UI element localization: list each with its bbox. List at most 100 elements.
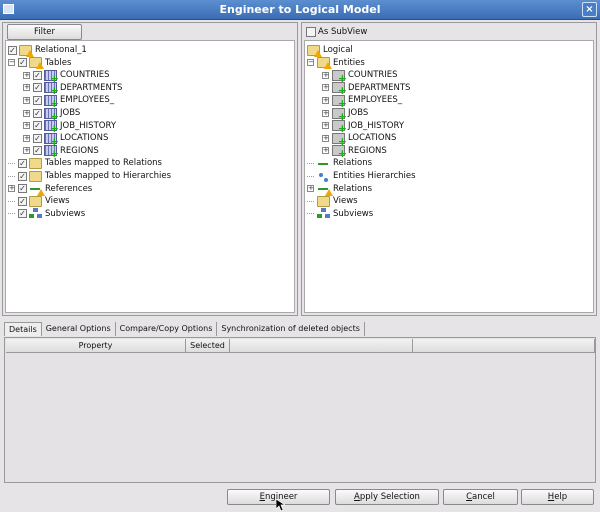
tab-synchronization-of-deleted-objects[interactable]: Synchronization of deleted objects — [217, 322, 365, 336]
expand-icon[interactable]: + — [23, 147, 30, 155]
checkbox-icon[interactable]: ✓ — [33, 83, 42, 93]
table-icon — [44, 94, 59, 109]
tree-node[interactable]: Relations — [307, 157, 372, 169]
tree-node[interactable]: +✓ JOBS — [23, 107, 80, 122]
expand-icon[interactable]: + — [23, 96, 30, 104]
tree-node[interactable]: +✓ EMPLOYEES_ — [23, 94, 114, 109]
expand-icon[interactable]: + — [23, 122, 30, 130]
column-header-3[interactable] — [230, 339, 413, 353]
tree-node-label: LOCATIONS — [348, 133, 397, 144]
expand-icon[interactable]: + — [23, 84, 30, 92]
tree-node[interactable]: ✓ Relational_1 — [8, 44, 87, 57]
tree-node[interactable]: Logical — [307, 44, 353, 57]
sub-icon — [317, 208, 330, 219]
close-button[interactable]: × — [582, 2, 597, 17]
tree-line — [8, 175, 15, 177]
window-title: Engineer to Logical Model — [219, 3, 381, 16]
tree-node[interactable]: ✓ Tables mapped to Hierarchies — [8, 170, 171, 182]
checkbox-icon[interactable]: ✓ — [33, 146, 42, 156]
as-subview-checkbox[interactable]: As SubView — [306, 26, 367, 38]
tab-general-options[interactable]: General Options — [42, 322, 116, 336]
tree-node[interactable]: +✓ REGIONS — [23, 145, 99, 159]
checkbox-icon[interactable]: ✓ — [18, 58, 27, 68]
folder-icon — [29, 195, 42, 207]
expand-icon[interactable]: + — [322, 96, 329, 104]
tree-node[interactable]: ✓ Subviews — [8, 208, 85, 220]
expand-icon[interactable]: + — [322, 84, 329, 92]
tree-node[interactable]: − Entities — [307, 57, 365, 70]
tree-node-label: Tables — [45, 57, 72, 68]
tree-node[interactable]: + LOCATIONS — [322, 132, 397, 147]
expand-icon[interactable]: + — [23, 71, 30, 79]
tree-node[interactable]: + DEPARTMENTS — [322, 82, 411, 96]
tree-node[interactable]: Entities Hierarchies — [307, 170, 416, 182]
tree-node[interactable]: + EMPLOYEES_ — [322, 94, 402, 109]
tree-node[interactable]: +✓ LOCATIONS — [23, 132, 108, 147]
checkbox-icon[interactable]: ✓ — [33, 70, 42, 80]
tree-node[interactable]: Views — [307, 195, 358, 207]
tree-node-label: DEPARTMENTS — [60, 82, 123, 93]
sub-icon — [29, 208, 42, 219]
expand-icon[interactable]: + — [23, 109, 30, 117]
tree-node[interactable]: +✓ JOB_HISTORY — [23, 120, 116, 134]
expand-icon[interactable]: + — [322, 134, 329, 142]
column-header-4[interactable] — [413, 339, 595, 353]
apply-selection-button[interactable]: Apply Selection — [335, 489, 439, 505]
checkbox-icon[interactable]: ✓ — [8, 45, 17, 55]
details-table: Property Selected — [4, 337, 596, 483]
tree-node-label: Relations — [333, 183, 373, 194]
filter-button[interactable]: Filter — [7, 24, 82, 40]
entity-icon — [332, 132, 347, 147]
help-button[interactable]: Help — [521, 489, 594, 505]
checkbox-icon[interactable] — [306, 27, 316, 37]
checkbox-icon[interactable]: ✓ — [18, 196, 27, 206]
expand-icon[interactable]: + — [322, 109, 329, 117]
expand-icon[interactable]: + — [8, 185, 15, 193]
expand-icon[interactable]: + — [322, 71, 329, 79]
column-header-property[interactable]: Property — [6, 339, 186, 353]
tree-node[interactable]: +✓ COUNTRIES — [23, 69, 110, 84]
checkbox-icon[interactable]: ✓ — [18, 184, 27, 194]
checkbox-icon[interactable]: ✓ — [18, 209, 27, 219]
tree-node-label: REGIONS — [60, 145, 99, 156]
tab-details[interactable]: Details — [4, 322, 42, 336]
tree-line — [307, 200, 314, 202]
collapse-icon[interactable]: − — [8, 59, 15, 67]
tree-node[interactable]: ✓ Tables mapped to Relations — [8, 157, 162, 169]
cancel-button[interactable]: Cancel — [443, 489, 518, 505]
tree-node[interactable]: + REGIONS — [322, 145, 387, 159]
tree-node[interactable]: Subviews — [307, 208, 373, 220]
expand-icon[interactable]: + — [307, 185, 314, 193]
tree-node[interactable]: +✓ DEPARTMENTS — [23, 82, 123, 96]
rel-icon — [317, 158, 330, 169]
expand-icon[interactable]: + — [322, 147, 329, 155]
tab-compare-copy-options[interactable]: Compare/Copy Options — [116, 322, 218, 336]
mouse-cursor-icon — [276, 499, 285, 512]
tree-node[interactable]: + JOB_HISTORY — [322, 120, 404, 134]
checkbox-icon[interactable]: ✓ — [33, 108, 42, 118]
folder-icon — [19, 44, 34, 57]
tree-node-label: DEPARTMENTS — [348, 82, 411, 93]
rel-icon — [29, 183, 45, 197]
tree-node[interactable]: + JOBS — [322, 107, 368, 122]
expand-icon[interactable]: + — [23, 134, 30, 142]
column-header-selected[interactable]: Selected — [186, 339, 230, 353]
tree-node-label: Views — [333, 196, 358, 207]
tree-node-label: REGIONS — [348, 145, 387, 156]
checkbox-icon[interactable]: ✓ — [33, 95, 42, 105]
tree-node[interactable]: + ✓ References — [8, 183, 92, 197]
tree-node-label: Tables mapped to Relations — [45, 158, 162, 169]
expand-icon[interactable]: + — [322, 122, 329, 130]
folder-icon — [317, 57, 332, 70]
tree-node[interactable]: ✓ Views — [8, 195, 70, 207]
checkbox-icon[interactable]: ✓ — [18, 171, 27, 181]
checkbox-icon[interactable]: ✓ — [18, 158, 27, 168]
tree-node[interactable]: − ✓ Tables — [8, 57, 72, 70]
table-icon — [44, 145, 59, 159]
checkbox-icon[interactable]: ✓ — [33, 133, 42, 143]
table-icon — [44, 120, 59, 134]
checkbox-icon[interactable]: ✓ — [33, 121, 42, 131]
tree-node[interactable]: + COUNTRIES — [322, 69, 398, 84]
collapse-icon[interactable]: − — [307, 59, 314, 67]
tree-node[interactable]: + Relations — [307, 183, 373, 197]
